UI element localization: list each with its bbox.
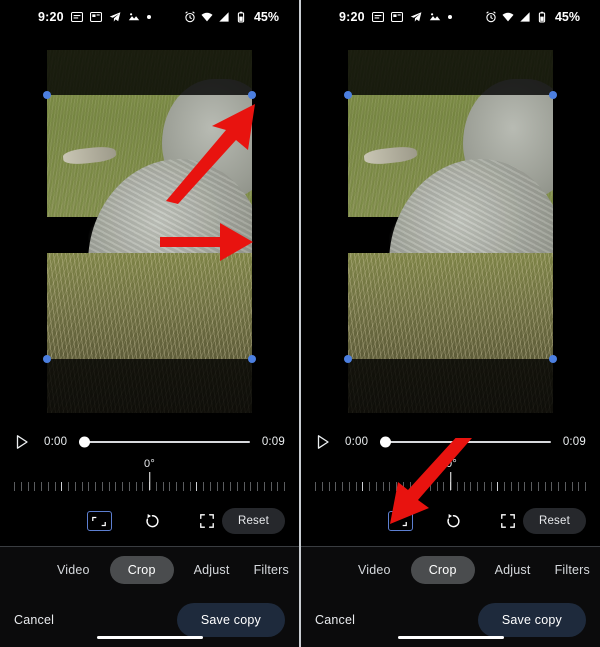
dot-icon	[146, 15, 151, 19]
reset-button[interactable]: Reset	[221, 508, 285, 534]
rotation-angle-label: 0°	[143, 458, 156, 470]
rotate-icon[interactable]	[138, 508, 167, 534]
crop-stage[interactable]	[43, 50, 256, 413]
panel-left: 9:20 45% 0:00 0:09 0° Reset Video Crop A…	[0, 0, 299, 647]
current-time-label: 0:00	[44, 436, 68, 448]
photos-icon	[429, 11, 441, 23]
tab-video[interactable]: Video	[53, 556, 94, 584]
tab-adjust[interactable]: Adjust	[491, 556, 535, 584]
status-bar-left: 9:20	[38, 10, 151, 24]
battery-icon	[235, 11, 247, 23]
video-scrubber[interactable]	[79, 436, 250, 448]
home-indicator	[397, 635, 504, 639]
play-icon[interactable]	[14, 434, 30, 450]
tab-crop[interactable]: Crop	[109, 556, 174, 584]
tab-video[interactable]: Video	[354, 556, 395, 584]
alarm-icon	[485, 11, 497, 23]
photos-icon	[128, 11, 140, 23]
crop-tools-row: Reset	[0, 504, 299, 538]
editor-mode-tabs: Video Crop Adjust Filters	[301, 547, 600, 593]
status-bar-clock: 9:20	[339, 10, 365, 24]
crop-stage[interactable]	[344, 50, 557, 413]
signal-icon	[218, 11, 230, 23]
tab-filters[interactable]: Filters	[250, 556, 293, 584]
expand-crop-icon[interactable]	[494, 508, 523, 534]
save-copy-button[interactable]: Save copy	[176, 603, 285, 637]
status-bar: 9:20 45%	[0, 0, 299, 34]
rotation-angle-label: 0°	[445, 458, 458, 470]
status-bar: 9:20 45%	[301, 0, 600, 34]
rotation-dial[interactable]: 0°	[0, 458, 299, 498]
play-icon[interactable]	[315, 434, 331, 450]
rotation-dial[interactable]: 0°	[301, 458, 600, 498]
playback-transport: 0:00 0:09	[0, 428, 299, 456]
tab-filters[interactable]: Filters	[551, 556, 594, 584]
cancel-button[interactable]: Cancel	[14, 613, 54, 627]
message-icon	[70, 11, 83, 23]
screenshot-icon	[89, 11, 102, 23]
crop-tools-row: Reset	[301, 504, 600, 538]
status-bar-right: 45%	[485, 10, 580, 24]
status-bar-clock: 9:20	[38, 10, 64, 24]
status-bar-left: 9:20	[339, 10, 452, 24]
telegram-icon	[109, 11, 121, 23]
rotation-center-marker	[148, 472, 151, 490]
tab-adjust[interactable]: Adjust	[190, 556, 234, 584]
photo-dirt-region	[47, 253, 252, 413]
wifi-icon	[201, 11, 213, 23]
aspect-ratio-icon[interactable]	[86, 511, 113, 531]
alarm-icon	[184, 11, 196, 23]
battery-percent-label: 45%	[554, 10, 580, 24]
signal-icon	[519, 11, 531, 23]
total-time-label: 0:09	[562, 436, 586, 448]
scrubber-thumb[interactable]	[380, 436, 392, 448]
reset-button[interactable]: Reset	[522, 508, 586, 534]
wifi-icon	[502, 11, 514, 23]
rotate-icon[interactable]	[439, 508, 468, 534]
video-preview	[348, 50, 553, 413]
screenshot-comparison: 9:20 45% 0:00 0:09 0° Reset Video Crop A…	[0, 0, 600, 647]
video-scrubber[interactable]	[380, 436, 551, 448]
save-copy-button[interactable]: Save copy	[477, 603, 586, 637]
telegram-icon	[410, 11, 422, 23]
cancel-button[interactable]: Cancel	[315, 613, 355, 627]
editor-mode-tabs: Video Crop Adjust Filters	[0, 547, 299, 593]
expand-crop-icon[interactable]	[193, 508, 222, 534]
screenshot-icon	[390, 11, 403, 23]
scrubber-thumb[interactable]	[79, 436, 91, 448]
playback-transport: 0:00 0:09	[301, 428, 600, 456]
tab-crop[interactable]: Crop	[410, 556, 475, 584]
total-time-label: 0:09	[261, 436, 285, 448]
aspect-ratio-icon[interactable]	[387, 511, 414, 531]
panel-right: 9:20 45% 0:00 0:09 0° Reset Video Crop A…	[301, 0, 600, 647]
message-icon	[371, 11, 384, 23]
battery-icon	[536, 11, 548, 23]
status-bar-right: 45%	[184, 10, 279, 24]
current-time-label: 0:00	[345, 436, 369, 448]
video-preview	[47, 50, 252, 413]
battery-percent-label: 45%	[253, 10, 279, 24]
rotation-center-marker	[449, 472, 452, 490]
home-indicator	[96, 635, 203, 639]
dot-icon	[447, 15, 452, 19]
photo-dirt-region	[348, 253, 553, 413]
